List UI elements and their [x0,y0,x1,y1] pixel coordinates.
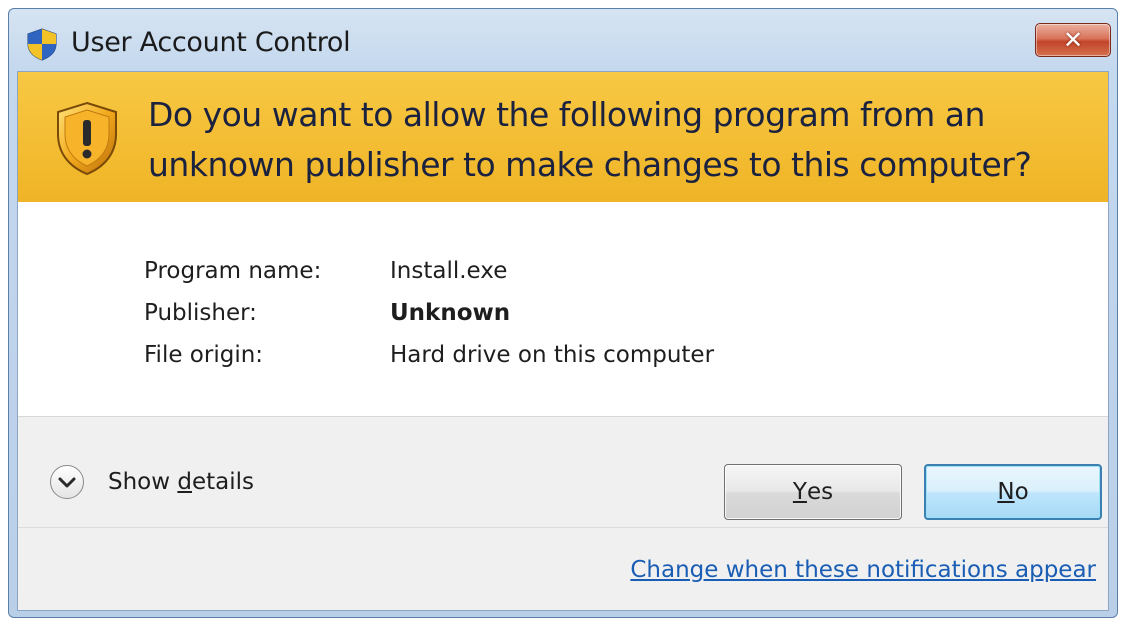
show-details-mnemonic: d [177,469,192,495]
show-details-label[interactable]: Show details [108,469,254,495]
uac-shield-icon [27,28,57,61]
program-name-label: Program name: [144,258,322,284]
file-origin-label: File origin: [144,342,264,368]
banner-question: Do you want to allow the following progr… [148,90,1088,190]
publisher-value: Unknown [390,300,511,326]
no-rest: o [1014,479,1029,505]
title-bar: User Account Control ✕ [9,9,1117,71]
chevron-down-icon[interactable] [50,465,84,499]
close-icon: ✕ [1062,26,1084,54]
yes-button[interactable]: Yes [724,464,902,520]
show-details-prefix: Show [108,469,178,495]
show-details-suffix: etails [191,469,255,495]
program-name-value: Install.exe [390,258,508,284]
banner-line-1: Do you want to allow the following progr… [148,95,985,134]
publisher-label: Publisher: [144,300,257,326]
no-button[interactable]: No [924,464,1102,520]
yes-mnemonic: Y [792,479,807,505]
dialog-footer: Show details Yes No Change when these no… [18,417,1108,610]
change-notifications-link[interactable]: Change when these notifications appear [630,557,1096,583]
yes-button-label: Yes [725,465,901,519]
banner-line-2: unknown publisher to make changes to thi… [148,145,1032,184]
file-origin-value: Hard drive on this computer [390,342,715,368]
program-info: Program name: Install.exe Publisher: Unk… [18,202,1108,417]
no-mnemonic: N [997,479,1015,505]
warning-shield-icon [57,101,117,176]
window-title: User Account Control [71,27,351,58]
yes-rest: es [806,479,834,505]
warning-banner: Do you want to allow the following progr… [18,72,1108,202]
no-button-label: No [926,466,1100,518]
close-button[interactable]: ✕ [1035,23,1111,57]
uac-dialog: User Account Control ✕ Do you want to al… [8,8,1118,618]
dialog-client-area: Do you want to allow the following progr… [17,71,1109,611]
footer-divider [18,527,1108,528]
